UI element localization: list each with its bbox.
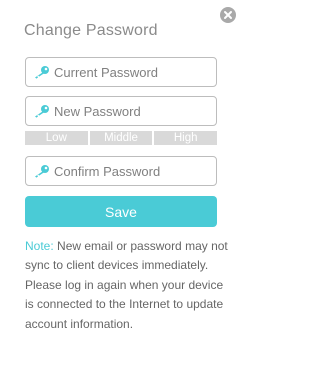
close-icon: [224, 11, 232, 19]
strength-middle: Middle: [89, 131, 153, 145]
password-strength-meter: Low Middle High: [25, 131, 218, 145]
strength-low: Low: [25, 131, 88, 145]
current-password-input[interactable]: [52, 64, 202, 80]
note-label: Note:: [25, 239, 54, 253]
current-password-field[interactable]: [25, 57, 217, 87]
key-icon: [26, 104, 52, 118]
new-password-input[interactable]: [52, 103, 202, 119]
confirm-password-field[interactable]: [25, 156, 217, 186]
key-icon: [26, 65, 52, 79]
dialog-title: Change Password: [24, 22, 158, 39]
key-icon: [26, 164, 52, 178]
note-text: New email or password may not sync to cl…: [25, 239, 228, 331]
new-password-field[interactable]: [25, 96, 217, 126]
confirm-password-input[interactable]: [52, 163, 202, 179]
save-button[interactable]: Save: [25, 196, 217, 227]
sync-note: Note: New email or password may not sync…: [25, 237, 230, 334]
strength-high: High: [154, 131, 218, 145]
close-button[interactable]: [220, 7, 236, 23]
